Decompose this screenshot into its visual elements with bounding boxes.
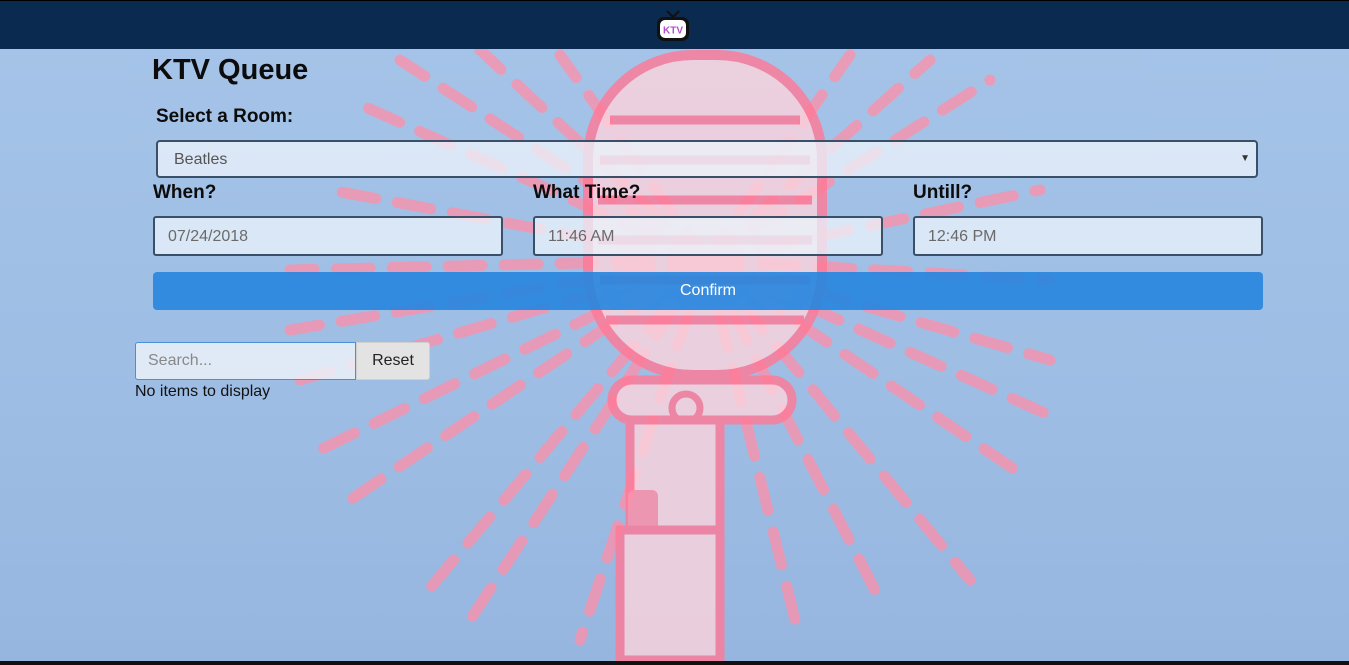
bottom-edge xyxy=(0,661,1349,665)
reset-button[interactable]: Reset xyxy=(356,342,430,380)
tv-icon[interactable]: KTV xyxy=(655,9,691,43)
until-label: Untill? xyxy=(913,182,973,203)
start-time-input[interactable]: 11:46 AM xyxy=(533,216,883,256)
date-input-value: 07/24/2018 xyxy=(168,228,249,245)
confirm-button[interactable]: Confirm xyxy=(153,272,1263,310)
search-placeholder: Search... xyxy=(148,352,213,369)
time-label: What Time? xyxy=(533,182,641,203)
chevron-down-icon: ▼ xyxy=(1240,153,1250,164)
navbar: KTV xyxy=(0,0,1349,49)
date-input[interactable]: 07/24/2018 xyxy=(153,216,503,256)
page-title: KTV Queue xyxy=(152,54,309,86)
empty-message: No items to display xyxy=(135,383,271,400)
search-input[interactable]: Search... xyxy=(135,342,356,380)
start-time-value: 11:46 AM xyxy=(548,228,615,245)
end-time-input[interactable]: 12:46 PM xyxy=(913,216,1263,256)
end-time-value: 12:46 PM xyxy=(928,228,997,245)
room-label: Select a Room: xyxy=(156,106,294,127)
room-select-value: Beatles xyxy=(174,151,228,168)
room-select[interactable]: Beatles ▼ xyxy=(156,140,1258,178)
logo-text: KTV xyxy=(663,26,683,37)
when-label: When? xyxy=(153,182,217,203)
